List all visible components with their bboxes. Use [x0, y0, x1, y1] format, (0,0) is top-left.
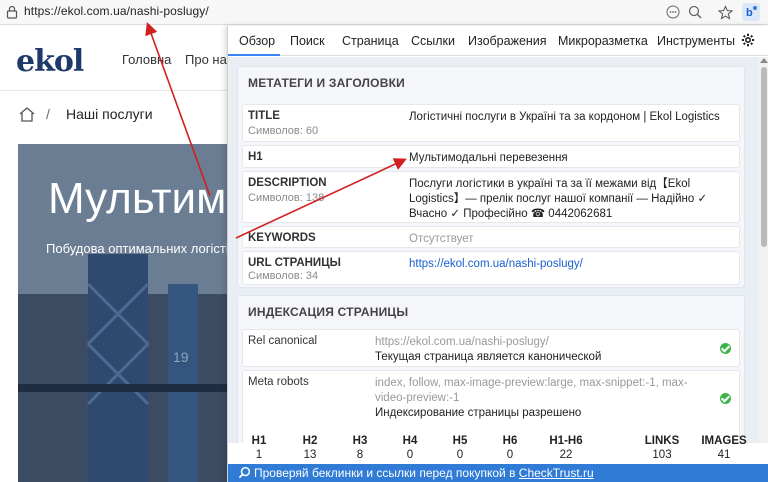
stat-h4-value: 0 [406, 449, 414, 461]
address-bar[interactable]: https://ekol.com.ua/nashi-poslugy/ b [0, 0, 768, 25]
title-row: TITLE Символов: 60 Логістичні послуги в … [242, 104, 740, 142]
footer-message: Проверяй беклинки и ссылки перед покупко… [254, 466, 519, 480]
nav-item-home[interactable]: Головна [122, 52, 171, 67]
breadcrumb-separator: / [46, 106, 50, 122]
stat-links-label: LINKS [644, 435, 680, 447]
url-text[interactable]: https://ekol.com.ua/nashi-poslugy/ [24, 4, 209, 18]
stat-h3-label: H3 [352, 435, 368, 447]
url-path: /nashi-poslugy/ [126, 4, 209, 18]
title-value[interactable]: Логістичні послуги в Україні та за кордо… [409, 110, 735, 125]
search-icon [238, 466, 251, 479]
stat-images-value: 41 [717, 449, 731, 461]
keywords-value: Отсутствует [409, 233, 474, 245]
panel-content[interactable]: МЕТАТЕГИ И ЗАГОЛОВКИ TITLE Символов: 60 … [228, 57, 759, 443]
stat-links-value: 103 [652, 449, 672, 461]
more-icon[interactable] [664, 3, 682, 21]
description-row: DESCRIPTION Символов: 138 Послуги логіст… [242, 171, 740, 223]
robots-row: Meta robots index, follow, max-image-pre… [242, 370, 740, 443]
tab-search[interactable]: Поиск [290, 34, 325, 48]
site-divider [0, 90, 228, 91]
tab-links[interactable]: Ссылки [411, 34, 455, 48]
zoom-icon[interactable] [686, 3, 704, 21]
index-section-title: ИНДЕКСАЦИЯ СТРАНИЦЫ [238, 296, 744, 326]
title-count: Символов: 60 [248, 125, 319, 137]
stat-h2-label: H2 [302, 435, 318, 447]
robots-value: index, follow, max-image-preview:large, … [375, 377, 688, 404]
meta-tags-card: МЕТАТЕГИ И ЗАГОЛОВКИ TITLE Символов: 60 … [237, 66, 745, 288]
stat-images-label: IMAGES [701, 435, 747, 447]
stat-h5-value: 0 [456, 449, 464, 461]
home-icon[interactable] [18, 106, 36, 122]
hero-banner: 19 Мультимо Побудова оптимальних логісті [18, 144, 233, 482]
url-row: URL СТРАНИЦЫ Символов: 34 https://ekol.c… [242, 251, 740, 285]
meta-section-title: МЕТАТЕГИ И ЗАГОЛОВКИ [238, 67, 744, 97]
heading-stats: H1 1 H2 13 H3 8 H4 0 H5 0 H6 0 H1-H6 22 … [228, 435, 768, 465]
h1-row: H1 Мультимодальні перевезення [242, 145, 740, 168]
keywords-label: KEYWORDS [248, 232, 316, 244]
breadcrumb-current: Наші послуги [66, 106, 153, 122]
stat-h2-value: 13 [303, 449, 317, 461]
stat-h1-label: H1 [251, 435, 267, 447]
canonical-row: Rel canonical https://ekol.com.ua/nashi-… [242, 329, 740, 367]
stat-h6-label: H6 [502, 435, 518, 447]
description-count: Символов: 138 [248, 192, 325, 204]
stat-h6-value: 0 [506, 449, 514, 461]
lock-icon[interactable] [6, 5, 18, 19]
extension-icon[interactable]: b [742, 3, 760, 21]
tab-bar: Обзор Поиск Страница Ссылки Изображения … [228, 26, 768, 56]
robots-label: Meta robots [248, 376, 309, 388]
description-label: DESCRIPTION [248, 177, 327, 189]
canonical-label: Rel canonical [248, 335, 318, 347]
stat-h1-h6-value: 22 [559, 449, 573, 461]
url-host: https://ekol.com.ua [24, 4, 127, 18]
footer-text: Проверяй беклинки и ссылки перед покупко… [254, 466, 594, 480]
scroll-up-icon[interactable] [760, 58, 768, 63]
robots-note: Индексирование страницы разрешено [375, 407, 582, 419]
indexing-card: ИНДЕКСАЦИЯ СТРАНИЦЫ Rel canonical https:… [237, 295, 745, 443]
hero-title: Мультимо [48, 174, 233, 223]
h1-label: H1 [248, 151, 263, 163]
description-value[interactable]: Послуги логістики в україні та за її меж… [409, 177, 735, 222]
active-tab-indicator [228, 54, 280, 56]
site-logo[interactable]: ekol [16, 44, 84, 79]
promo-footer[interactable]: Проверяй беклинки и ссылки перед покупко… [228, 464, 768, 482]
robots-ok-icon [720, 393, 731, 404]
svg-text:b: b [746, 7, 753, 19]
keywords-row: KEYWORDS Отсутствует [242, 226, 740, 248]
star-icon[interactable] [716, 3, 734, 21]
gear-icon[interactable] [741, 33, 755, 47]
url-count: Символов: 34 [248, 270, 319, 282]
tab-overview[interactable]: Обзор [239, 34, 275, 48]
title-label: TITLE [248, 110, 280, 122]
checktrust-link[interactable]: CheckTrust.ru [519, 466, 594, 480]
scrollbar-thumb[interactable] [761, 67, 767, 247]
tab-microdata[interactable]: Микроразметка [558, 34, 648, 48]
tab-images[interactable]: Изображения [468, 34, 547, 48]
tab-page[interactable]: Страница [342, 34, 399, 48]
stat-h5-label: H5 [452, 435, 468, 447]
stat-h1-h6-label: H1-H6 [549, 435, 583, 447]
h1-value[interactable]: Мультимодальні перевезення [409, 151, 735, 166]
seo-extension-panel: Обзор Поиск Страница Ссылки Изображения … [227, 26, 768, 482]
canonical-url[interactable]: https://ekol.com.ua/nashi-poslugy/ [375, 335, 715, 350]
stat-h3-value: 8 [356, 449, 364, 461]
stats-wrap: H1 1 H2 13 H3 8 H4 0 H5 0 H6 0 H1-H6 22 … [228, 435, 768, 465]
scrollbar[interactable] [759, 57, 768, 443]
canonical-ok-icon [720, 343, 731, 354]
canonical-note: Текущая страница является канонической [375, 351, 602, 363]
svg-text:19: 19 [173, 349, 189, 365]
tab-tools[interactable]: Инструменты [657, 34, 735, 48]
url-label: URL СТРАНИЦЫ [248, 257, 341, 269]
url-value-link[interactable]: https://ekol.com.ua/nashi-poslugy/ [409, 257, 735, 272]
stat-h1-value: 1 [255, 449, 263, 461]
hero-subtitle: Побудова оптимальних логісті [46, 241, 229, 256]
stat-h4-label: H4 [402, 435, 418, 447]
